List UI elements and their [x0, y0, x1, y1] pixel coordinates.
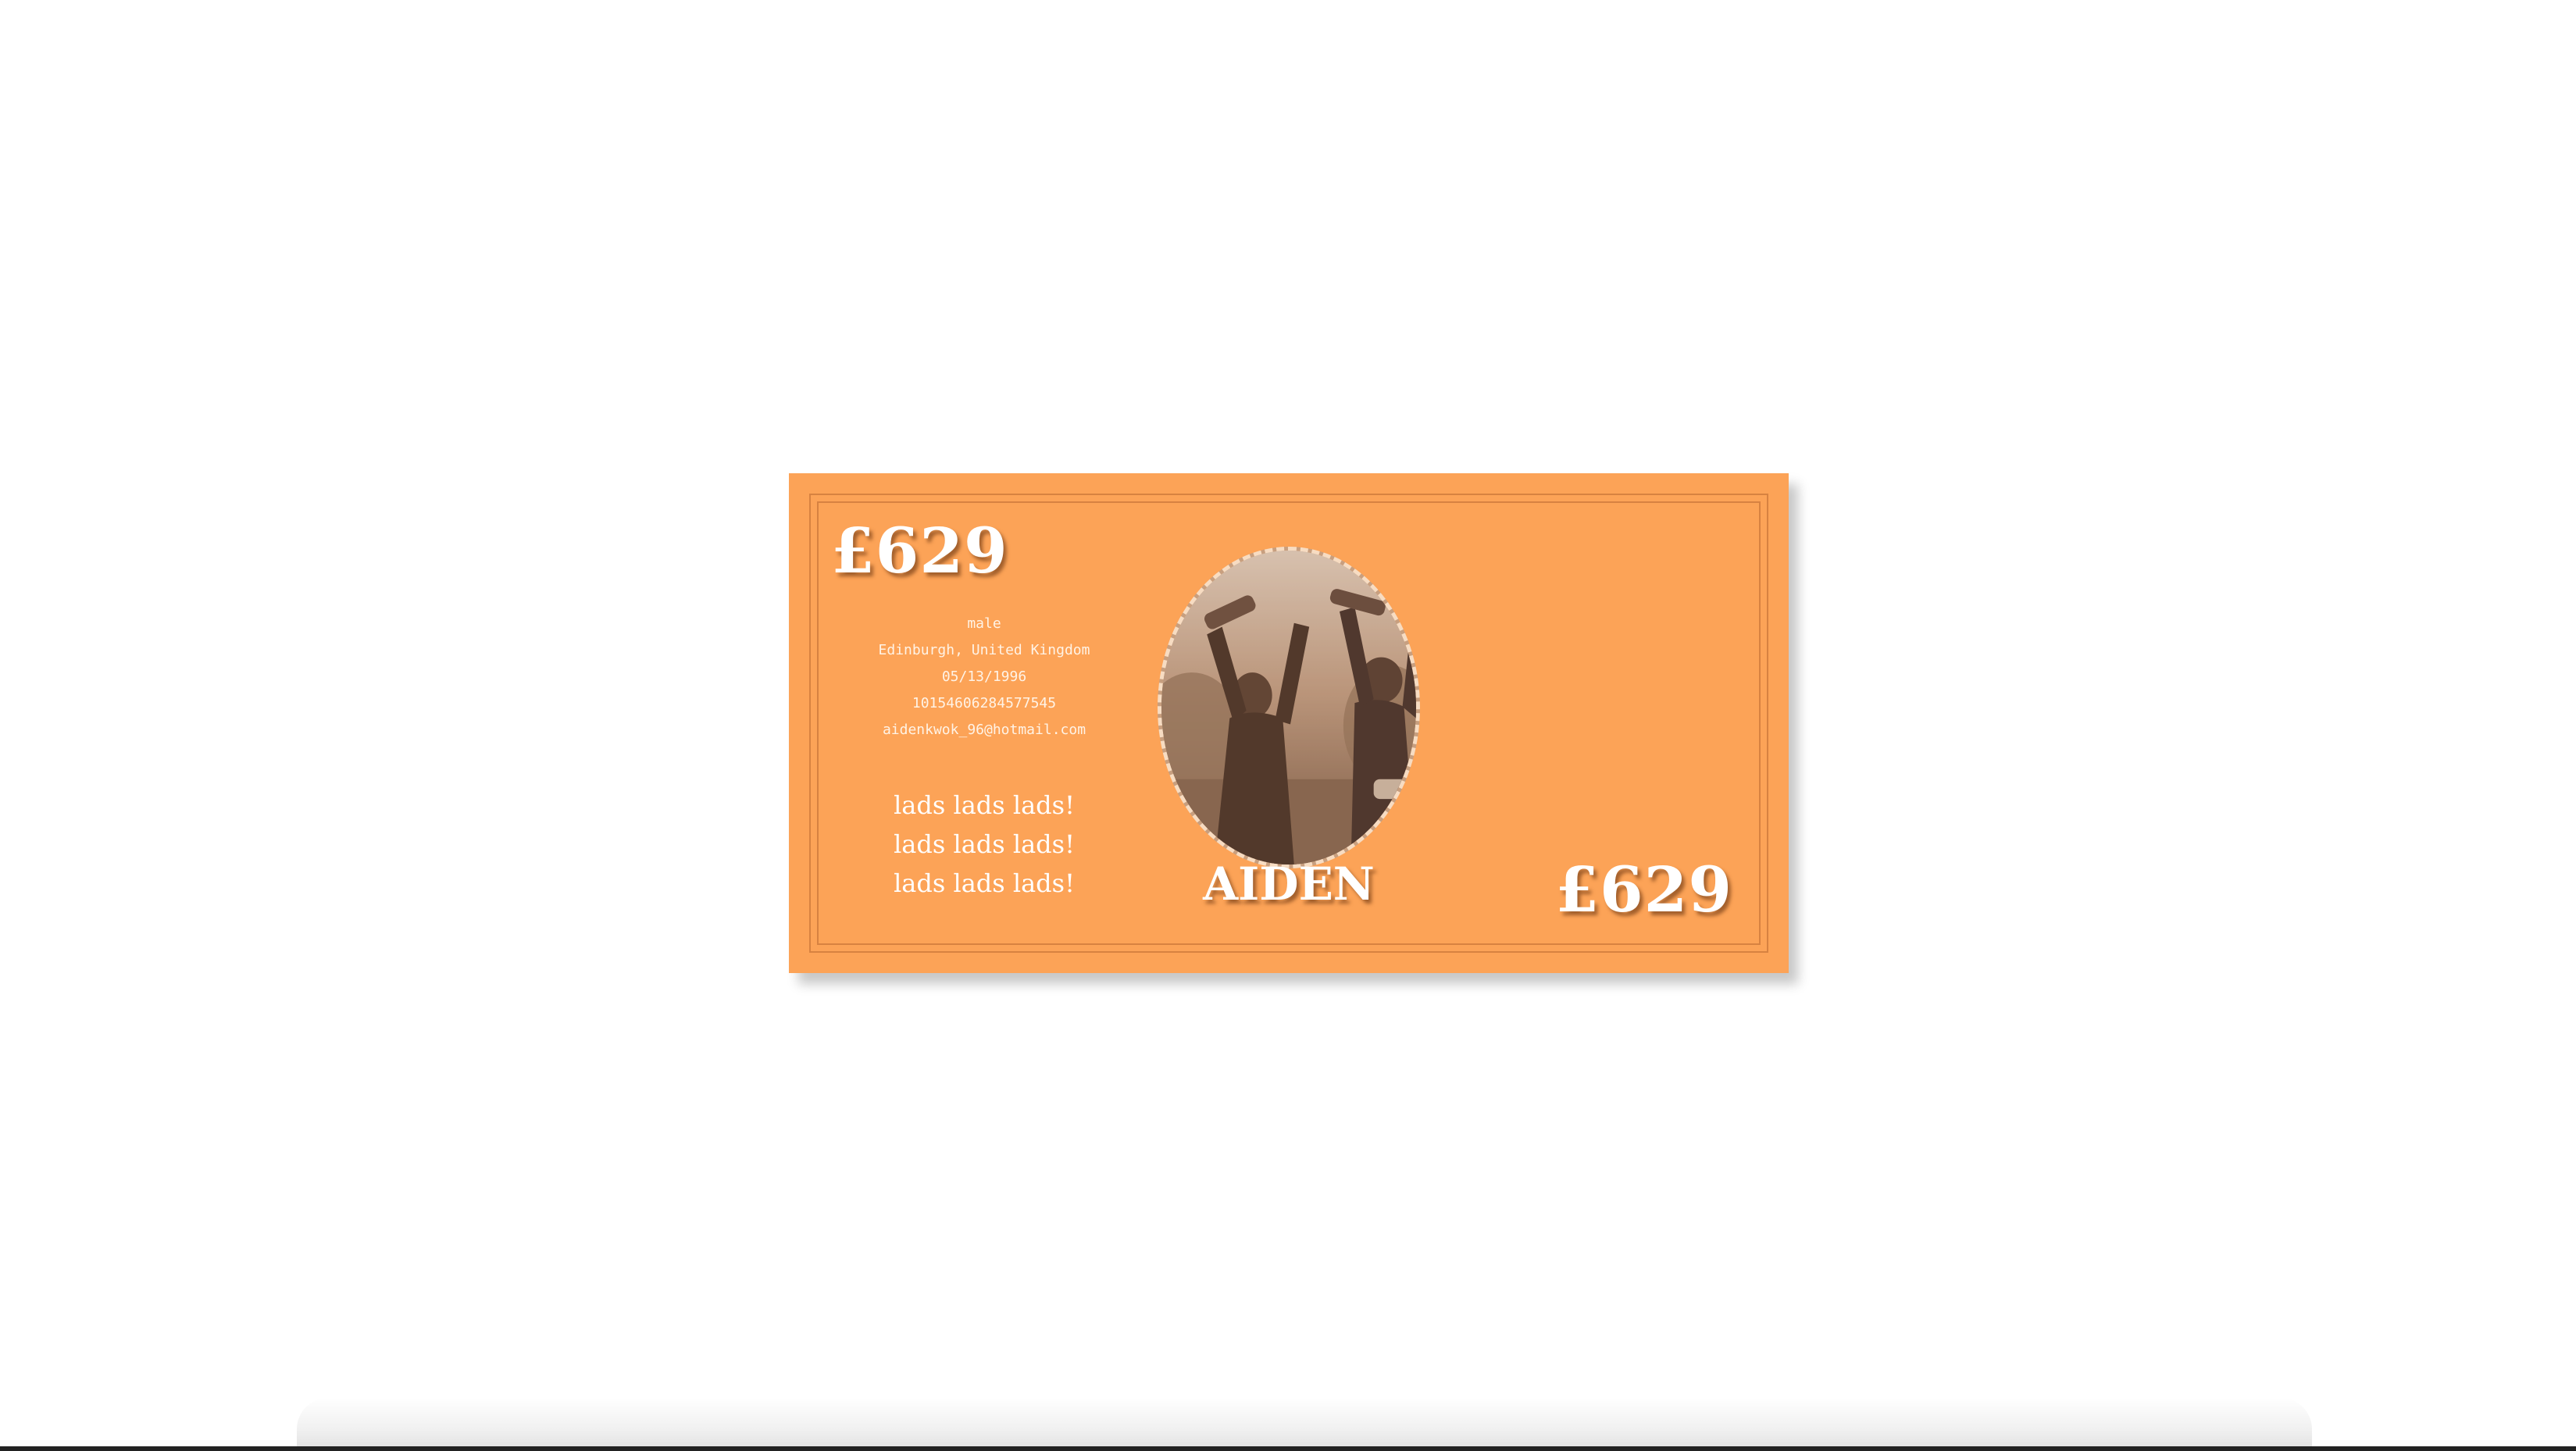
motto-line-1: lads lads lads! — [894, 790, 1075, 820]
motto-line-2: lads lads lads! — [894, 829, 1075, 859]
location-text: Edinburgh, United Kingdom — [878, 642, 1090, 658]
bottom-edge — [0, 1446, 2576, 1451]
portrait-photo — [1158, 547, 1420, 868]
bottom-panel-shadow — [297, 1398, 2312, 1451]
banknote-card: £629 male Edinburgh, United Kingdom 05/1… — [789, 473, 1789, 973]
denomination-bottom-right: £629 — [1555, 853, 1732, 926]
motto: lads lads lads! lads lads lads! lads lad… — [851, 786, 1117, 903]
gender-text: male — [967, 615, 1001, 632]
email-text: aidenkwok_96@hotmail.com — [882, 722, 1086, 738]
motto-line-3: lads lads lads! — [894, 868, 1075, 898]
birthdate-text: 05/13/1996 — [941, 668, 1027, 685]
personal-details: male Edinburgh, United Kingdom 05/13/199… — [851, 611, 1117, 743]
id-number-text: 10154606284577545 — [912, 695, 1057, 711]
portrait-illustration — [1161, 551, 1416, 865]
holder-name: AIDEN — [1203, 857, 1375, 911]
denomination-top-left: £629 — [831, 514, 1008, 587]
